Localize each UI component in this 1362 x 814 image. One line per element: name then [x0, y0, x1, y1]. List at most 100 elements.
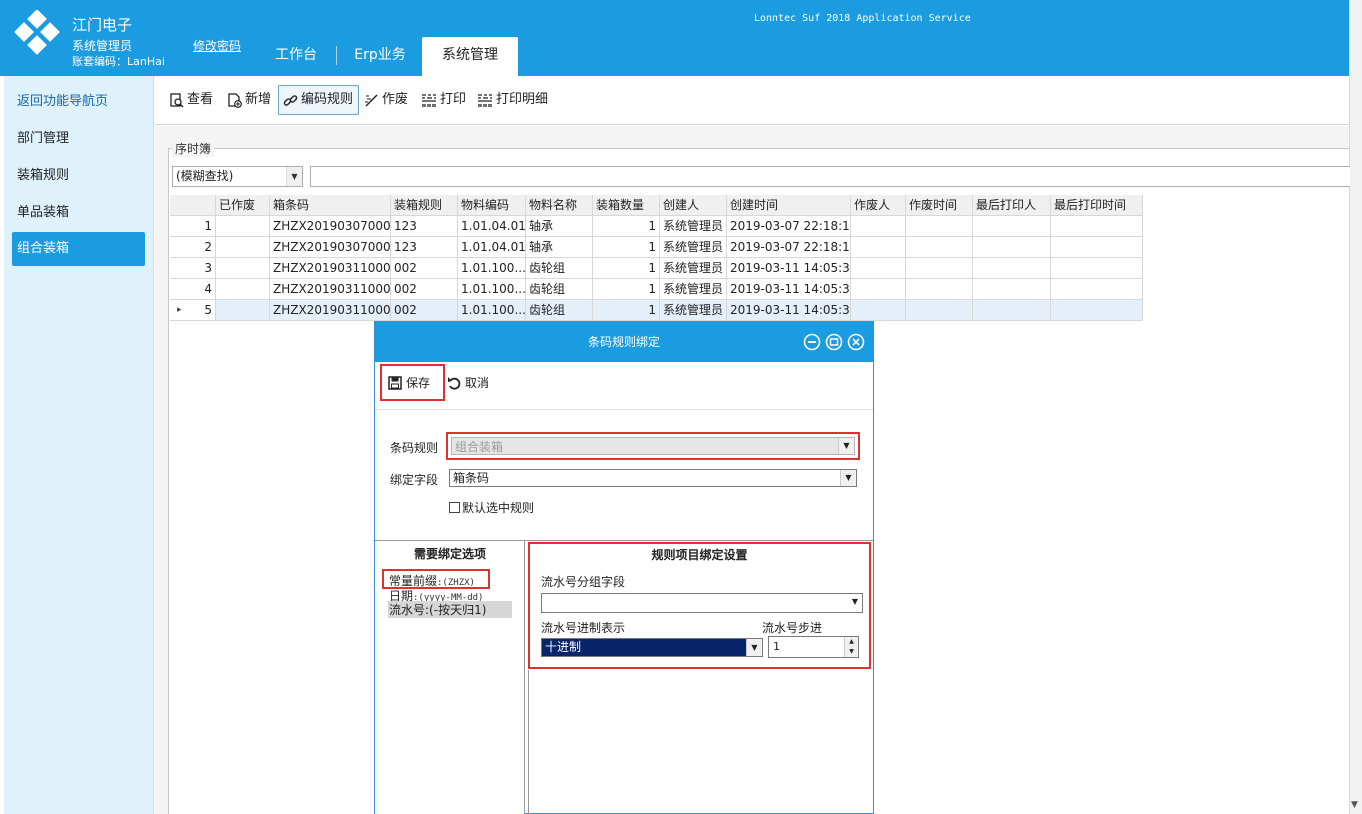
last-printer-cell: [973, 216, 1051, 237]
change-password-link[interactable]: 修改密码: [193, 37, 241, 54]
main-toolbar: 查看 新增 编码规则 作废 打印 打印明细: [155, 77, 1349, 125]
created-time-cell: 2019-03-07 22:18:11: [727, 216, 851, 237]
view-icon: [170, 92, 184, 108]
column-header[interactable]: 创建时间: [727, 195, 851, 216]
step-label: 流水号步进: [762, 621, 823, 635]
column-header[interactable]: 最后打印人: [973, 195, 1051, 216]
grid-header-row: 已作废 箱条码 装箱规则 物料编码 物料名称 装箱数量 创建人 创建时间 作废人 作废时间 最后打印…: [170, 195, 1143, 216]
tab-system-management[interactable]: 系统管理: [422, 37, 518, 76]
column-header[interactable]: 作废人: [851, 195, 906, 216]
last-print-time-cell: [1051, 237, 1143, 258]
rule-cell: 002: [391, 300, 458, 321]
barcode-rule-select[interactable]: 组合装箱 ▼: [451, 437, 855, 455]
view-label: 查看: [187, 92, 214, 107]
print-button[interactable]: 打印: [417, 85, 470, 115]
default-rule-checkbox[interactable]: 默认选中规则: [449, 499, 534, 516]
column-header[interactable]: 已作废: [216, 195, 270, 216]
step-stepper[interactable]: 1 ▲ ▼: [768, 636, 859, 658]
barcode-print-detail-icon: [478, 93, 492, 107]
view-button[interactable]: 查看: [165, 85, 217, 115]
voider-cell: [851, 279, 906, 300]
qty-cell: 1: [593, 279, 660, 300]
row-number: 1: [170, 216, 216, 237]
table-row[interactable]: 2 ZHZX201903070001 123 1.01.04.01 轴承 1 系统管理员 20…: [170, 237, 1143, 258]
column-header[interactable]: 物料名称: [526, 195, 593, 216]
chevron-up-icon[interactable]: ▲: [845, 637, 858, 647]
column-header[interactable]: 作废时间: [906, 195, 973, 216]
save-button[interactable]: 保存: [380, 364, 445, 401]
creator-cell: 系统管理员: [660, 258, 727, 279]
scroll-down-arrow-icon[interactable]: ▼: [1351, 800, 1358, 810]
group-field-label: 流水号分组字段: [541, 575, 626, 589]
option-label: 常量前缀: [389, 574, 438, 588]
tab-erp-business[interactable]: Erp业务: [342, 37, 418, 76]
maximize-icon[interactable]: [825, 333, 843, 351]
chevron-down-icon[interactable]: ▼: [852, 597, 858, 606]
search-mode-select[interactable]: (模糊查找) ▼: [172, 166, 303, 187]
last-printer-cell: [973, 279, 1051, 300]
material-name-cell: 轴承: [526, 237, 593, 258]
search-input[interactable]: [310, 166, 1350, 187]
app-window: 江门电子 系统管理员 账套编码：LanHai 修改密码 Lonntec Suf …: [0, 0, 1362, 814]
table-row[interactable]: 4 ZHZX201903110002 002 1.01.100... 齿轮组 1 系统管理员…: [170, 279, 1143, 300]
new-button[interactable]: 新增: [223, 85, 275, 115]
option-serial-number[interactable]: 流水号:(-按天归1): [388, 601, 512, 618]
chevron-down-icon[interactable]: ▼: [286, 167, 302, 186]
sidebar-item-packing-rule[interactable]: 装箱规则: [12, 159, 145, 193]
table-row[interactable]: 1 ZHZX201903070002 123 1.01.04.01 轴承 1 系统管理员 20…: [170, 216, 1143, 237]
stepper-buttons[interactable]: ▲ ▼: [844, 637, 858, 657]
group-field-select[interactable]: ▼: [541, 593, 863, 613]
column-header[interactable]: 装箱数量: [593, 195, 660, 216]
dialog-title-bar[interactable]: 条码规则绑定: [375, 322, 873, 362]
dialog-toolbar: 保存 取消: [375, 362, 873, 410]
cancel-button[interactable]: 取消: [447, 364, 489, 401]
chevron-down-icon[interactable]: ▼: [838, 438, 854, 454]
settings-title: 规则项目绑定设置: [651, 548, 748, 562]
rule-settings-pane: 规则项目绑定设置 流水号分组字段 ▼ 流水号进制表示 流水号步进 十进制 ▼ 1…: [528, 542, 871, 669]
chevron-down-icon[interactable]: ▼: [746, 639, 762, 656]
options-title: 需要绑定选项: [413, 547, 486, 561]
material-name-cell: 齿轮组: [526, 300, 593, 321]
radix-select[interactable]: 十进制 ▼: [541, 638, 763, 657]
column-header[interactable]: [170, 195, 216, 216]
material-code-cell: 1.01.100...: [458, 258, 526, 279]
code-rule-button[interactable]: 编码规则: [278, 85, 359, 115]
bind-field-select[interactable]: 箱条码 ▼: [449, 469, 857, 487]
table-row[interactable]: 3 ZHZX201903110003 002 1.01.100... 齿轮组 1 系统管理员…: [170, 258, 1143, 279]
option-hint: :(-按天归1): [425, 603, 487, 617]
column-header[interactable]: 创建人: [660, 195, 727, 216]
window-scrollbar[interactable]: [1349, 0, 1362, 814]
minimize-icon[interactable]: [803, 333, 821, 351]
table-row[interactable]: ▸ 5 ZHZX201903110001 002 1.01.100... 齿轮组 1 系统管理…: [170, 300, 1143, 321]
barcode-cell: ZHZX201903070001: [270, 237, 391, 258]
close-icon[interactable]: [847, 333, 865, 351]
last-printer-cell: [973, 258, 1051, 279]
tab-workbench[interactable]: 工作台: [262, 37, 330, 76]
creator-cell: 系统管理员: [660, 237, 727, 258]
void-button[interactable]: 作废: [360, 85, 412, 115]
chevron-down-icon[interactable]: ▼: [840, 470, 856, 486]
checkbox-box[interactable]: [449, 502, 460, 513]
chevron-down-icon[interactable]: ▼: [845, 647, 858, 657]
sidebar-item-back-to-nav[interactable]: 返回功能导航页: [12, 85, 145, 119]
voided-cell: [216, 258, 270, 279]
sidebar-item-department[interactable]: 部门管理: [12, 122, 145, 156]
account-code: 账套编码：LanHai: [72, 55, 165, 68]
void-time-cell: [906, 258, 973, 279]
sidebar-item-single-packing[interactable]: 单品装箱: [12, 196, 145, 230]
last-print-time-cell: [1051, 258, 1143, 279]
column-header[interactable]: 箱条码: [270, 195, 391, 216]
barcode-rule-highlight: 组合装箱 ▼: [446, 432, 860, 460]
column-header[interactable]: 最后打印时间: [1051, 195, 1143, 216]
material-code-cell: 1.01.100...: [458, 300, 526, 321]
print-detail-button[interactable]: 打印明细: [473, 85, 552, 115]
void-time-cell: [906, 300, 973, 321]
column-header[interactable]: 物料编码: [458, 195, 526, 216]
sidebar-item-combo-packing[interactable]: 组合装箱: [12, 232, 145, 266]
column-header[interactable]: 装箱规则: [391, 195, 458, 216]
new-document-icon: [228, 92, 242, 108]
rule-cell: 002: [391, 279, 458, 300]
created-time-cell: 2019-03-11 14:05:33: [727, 279, 851, 300]
row-number: 3: [170, 258, 216, 279]
print-detail-label: 打印明细: [496, 92, 549, 107]
